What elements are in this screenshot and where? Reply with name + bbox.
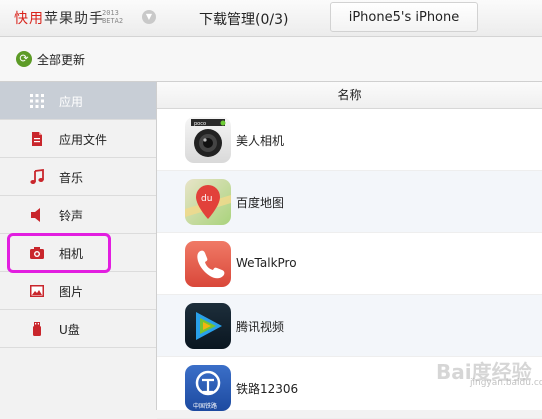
watermark-url: jingyan.baidu.com (470, 378, 542, 388)
list-item[interactable]: WeTalkPro (157, 233, 542, 295)
sidebar-item-label: 音乐 (59, 171, 84, 185)
app-name: WeTalkPro (236, 256, 297, 270)
sidebar-item-camera[interactable]: 相机 (0, 234, 156, 272)
app-name: 美人相机 (236, 134, 285, 148)
music-note-icon (29, 168, 45, 185)
phone-handset-icon (185, 241, 231, 287)
sidebar-item-usb-drive[interactable]: U盘 (0, 310, 156, 348)
sidebar-item-app-files[interactable]: 应用文件 (0, 120, 156, 158)
document-icon (29, 131, 45, 147)
image-icon (29, 283, 45, 299)
sidebar: 应用 应用文件 音乐 铃声 相机 图片 U盘 (0, 82, 157, 410)
sidebar-item-label: U盘 (59, 323, 80, 337)
brand-name-red: 快用 (14, 11, 44, 27)
list-item[interactable]: poco 美人相机 (157, 109, 542, 171)
sidebar-item-label: 图片 (59, 285, 84, 299)
column-header-name[interactable]: 名称 (157, 82, 542, 109)
app-name: 铁路12306 (236, 382, 299, 396)
poco-camera-icon: poco (185, 117, 231, 163)
update-all-label: 全部更新 (37, 52, 86, 67)
app-name: 百度地图 (236, 196, 285, 210)
railway-icon: 中国铁路 (185, 365, 231, 411)
sidebar-item-ringtones[interactable]: 铃声 (0, 196, 156, 234)
brand-beta: BETA2 (102, 17, 124, 25)
sidebar-item-pictures[interactable]: 图片 (0, 272, 156, 310)
baidu-map-icon: du (185, 179, 231, 225)
toolbar: ⟳ 全部更新 (0, 37, 542, 82)
brand-name-rest: 苹果助手 (44, 11, 104, 27)
sidebar-item-label: 相机 (59, 247, 84, 261)
app-list: 名称 poco 美人相机 du 百度地图 WeTalkPro 腾讯视频 中国铁路… (157, 82, 542, 419)
sidebar-item-label: 铃声 (59, 209, 84, 223)
poco-logo-text: poco (194, 121, 206, 127)
sidebar-item-label: 应用文件 (59, 133, 108, 147)
railway-logo-text: 中国铁路 (193, 402, 217, 410)
app-brand: 快用苹果助手 (14, 8, 104, 28)
refresh-icon: ⟳ (16, 51, 32, 67)
baidu-logo-text: du (201, 194, 212, 204)
camera-icon (29, 245, 45, 261)
sidebar-item-label: 应用 (59, 95, 84, 109)
grid-icon (29, 93, 45, 109)
tab-download-manager[interactable]: 下载管理(0/3) (199, 9, 288, 29)
update-all-button[interactable]: ⟳ 全部更新 (16, 50, 85, 68)
chevron-down-icon[interactable]: ▼ (142, 10, 156, 24)
speaker-icon (29, 207, 45, 223)
brand-edition: 2013 BETA2 (102, 9, 123, 25)
sidebar-item-music[interactable]: 音乐 (0, 158, 156, 196)
tab-device[interactable]: iPhone5's iPhone (330, 2, 478, 32)
brand-year: 2013 (102, 9, 119, 17)
usb-drive-icon (29, 321, 45, 337)
list-item[interactable]: 腾讯视频 (157, 295, 542, 357)
sidebar-item-apps[interactable]: 应用 (0, 82, 156, 120)
title-bar: 快用苹果助手 2013 BETA2 ▼ 下载管理(0/3) iPhone5's … (0, 0, 542, 37)
list-item[interactable]: du 百度地图 (157, 171, 542, 233)
tencent-video-icon (185, 303, 231, 349)
app-name: 腾讯视频 (236, 320, 285, 334)
